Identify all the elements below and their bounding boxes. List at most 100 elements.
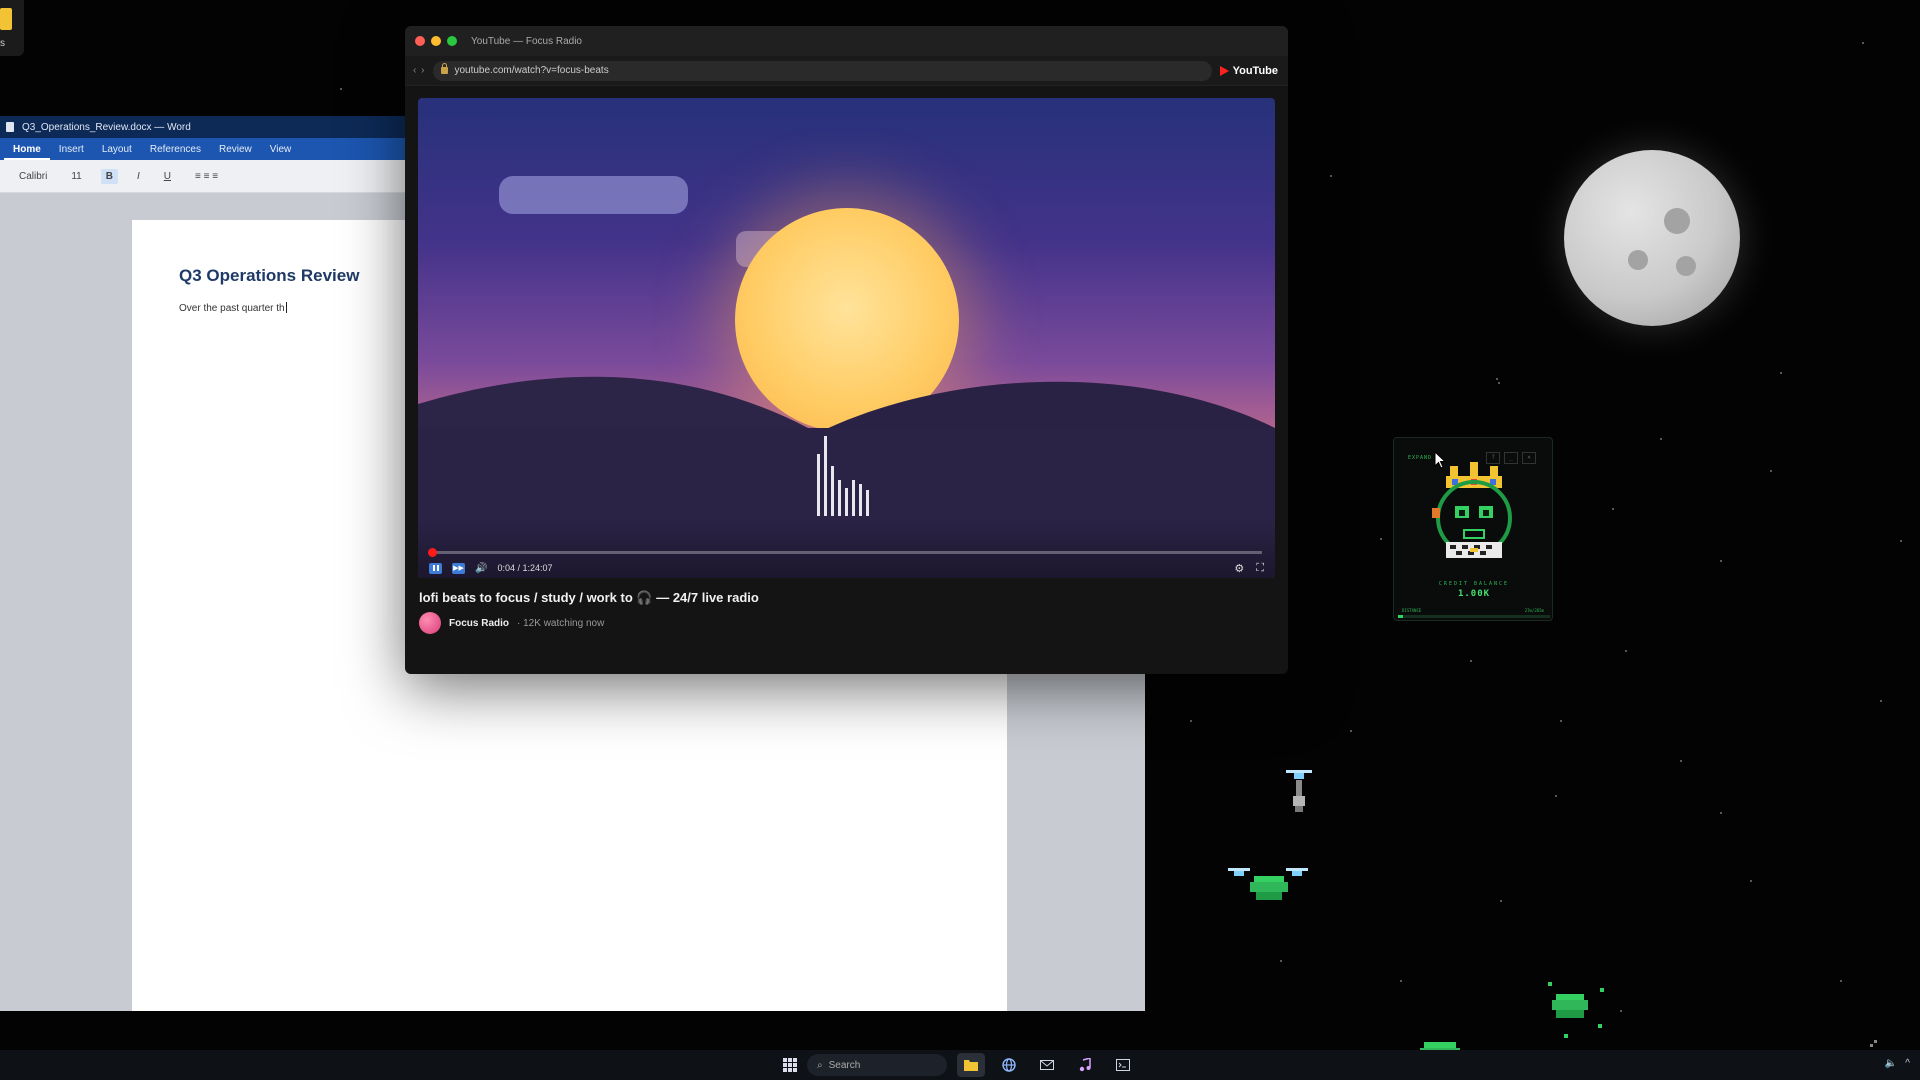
moon-crater bbox=[1664, 208, 1690, 234]
youtube-titlebar[interactable]: YouTube — Focus Radio bbox=[405, 26, 1288, 56]
star bbox=[1400, 980, 1402, 982]
system-tray: 🔈 ^ bbox=[1885, 1058, 1910, 1069]
star bbox=[1770, 470, 1772, 472]
bold-button[interactable]: B bbox=[100, 168, 118, 184]
star bbox=[1880, 700, 1882, 702]
visualizer-bar bbox=[859, 484, 862, 516]
star bbox=[1190, 720, 1192, 722]
taskbar: ⌕ Search 🔈 ^ bbox=[0, 1050, 1920, 1080]
next-button[interactable]: ▶▶ bbox=[452, 562, 465, 574]
visualizer-bar bbox=[838, 480, 841, 516]
desktop-folder-icon[interactable]: s bbox=[0, 0, 24, 56]
star bbox=[1612, 508, 1614, 510]
desktop: s Q3_Operations_Review.docx — Word Home … bbox=[0, 0, 1920, 1050]
star bbox=[1720, 560, 1722, 562]
green-blob-sprite-icon bbox=[1420, 1042, 1460, 1050]
distance-value: 27m/265m bbox=[1524, 608, 1544, 613]
underline-button[interactable]: U bbox=[159, 169, 176, 184]
moon-illustration bbox=[1564, 150, 1740, 326]
visualizer-bar bbox=[866, 490, 869, 516]
browser-address-row: ‹ › youtube.com/watch?v=focus-beats YouT… bbox=[405, 56, 1288, 86]
star bbox=[1500, 900, 1502, 902]
youtube-brand-text: YouTube bbox=[1232, 64, 1278, 77]
tab-insert[interactable]: Insert bbox=[50, 144, 93, 160]
document-icon bbox=[6, 122, 14, 132]
video-player[interactable]: ▶▶ 🔊 0:04 / 1:24:07 ⚙ ⛶ bbox=[418, 98, 1275, 578]
star bbox=[1560, 720, 1562, 722]
audio-visualizer bbox=[817, 436, 869, 516]
visualizer-bar bbox=[824, 436, 827, 516]
channel-avatar[interactable] bbox=[419, 612, 441, 634]
star bbox=[1680, 760, 1682, 762]
document-heading: Q3 Operations Review bbox=[179, 266, 360, 285]
folder-icon bbox=[0, 8, 12, 30]
terminal-icon[interactable] bbox=[1109, 1053, 1137, 1077]
drone-sprite-icon bbox=[1286, 770, 1312, 812]
close-game-button[interactable]: × bbox=[1522, 452, 1536, 464]
volume-tray-icon[interactable]: 🔈 bbox=[1885, 1058, 1897, 1069]
moon-crater bbox=[1628, 250, 1648, 270]
settings-gear-icon[interactable]: ⚙ bbox=[1234, 562, 1244, 575]
tab-home[interactable]: Home bbox=[4, 144, 50, 160]
maximize-window-button[interactable] bbox=[447, 36, 457, 46]
visualizer-bar bbox=[831, 466, 834, 516]
star bbox=[340, 88, 342, 90]
green-creature-sprite-icon bbox=[1548, 982, 1604, 1038]
viewer-count: · 12K watching now bbox=[517, 617, 605, 629]
progress-bar[interactable] bbox=[427, 548, 1262, 557]
fullscreen-icon[interactable]: ⛶ bbox=[1256, 562, 1264, 575]
star bbox=[1350, 730, 1352, 732]
visualizer-bar bbox=[852, 480, 855, 516]
pause-button[interactable] bbox=[429, 562, 442, 574]
start-menu-icon[interactable] bbox=[783, 1058, 797, 1072]
drone-pair-sprite-icon bbox=[1228, 868, 1308, 900]
close-window-button[interactable] bbox=[415, 36, 425, 46]
star bbox=[1862, 42, 1864, 44]
star bbox=[1720, 812, 1722, 814]
tab-view[interactable]: View bbox=[261, 144, 301, 160]
chevron-up-icon[interactable]: ^ bbox=[1905, 1058, 1910, 1069]
moon-crater bbox=[1676, 256, 1696, 276]
minimize-window-button[interactable] bbox=[431, 36, 441, 46]
tab-references[interactable]: References bbox=[141, 144, 210, 160]
document-body-text[interactable]: Over the past quarter th bbox=[179, 302, 287, 314]
mail-icon[interactable] bbox=[1033, 1053, 1061, 1077]
music-icon[interactable] bbox=[1071, 1053, 1099, 1077]
progress-knob[interactable] bbox=[427, 548, 437, 557]
volume-icon[interactable]: 🔊 bbox=[475, 563, 487, 574]
star bbox=[1900, 540, 1902, 542]
tab-layout[interactable]: Layout bbox=[93, 144, 141, 160]
italic-button[interactable]: I bbox=[132, 169, 145, 184]
video-title[interactable]: lofi beats to focus / study / work to 🎧 … bbox=[419, 590, 759, 606]
star bbox=[1555, 795, 1557, 797]
browser-icon[interactable] bbox=[995, 1053, 1023, 1077]
expand-label[interactable]: EXPAND bbox=[1408, 455, 1432, 461]
font-size-select[interactable]: 11 bbox=[66, 169, 86, 184]
time-display: 0:04 / 1:24:07 bbox=[497, 563, 553, 573]
youtube-logo[interactable]: YouTube bbox=[1219, 64, 1278, 77]
font-family-select[interactable]: Calibri bbox=[14, 169, 52, 184]
small-robot-sprite-icon bbox=[1870, 1040, 1877, 1047]
distance-label: DISTANCE bbox=[1402, 608, 1422, 613]
lock-icon bbox=[441, 63, 449, 74]
youtube-window[interactable]: YouTube — Focus Radio ‹ › youtube.com/wa… bbox=[405, 26, 1288, 674]
tab-review[interactable]: Review bbox=[210, 144, 261, 160]
desktop-icon-label: s bbox=[0, 38, 5, 49]
align-buttons[interactable]: ≡ ≡ ≡ bbox=[190, 169, 223, 184]
back-forward-arrows[interactable]: ‹ › bbox=[413, 65, 425, 76]
star bbox=[1660, 438, 1662, 440]
star bbox=[1280, 960, 1282, 962]
file-explorer-icon[interactable] bbox=[957, 1053, 985, 1077]
robot-king-sprite bbox=[1432, 462, 1512, 558]
channel-name[interactable]: Focus Radio bbox=[449, 618, 509, 629]
youtube-play-icon bbox=[1219, 65, 1229, 76]
game-widget[interactable]: EXPAND ? _ × CREDIT BALANCE 1.00K DISTAN… bbox=[1393, 437, 1553, 621]
channel-row: Focus Radio · 12K watching now bbox=[419, 612, 604, 634]
distance-progress-fill bbox=[1398, 615, 1403, 618]
visualizer-bar bbox=[817, 454, 820, 516]
star bbox=[1750, 880, 1752, 882]
star bbox=[1470, 660, 1472, 662]
star bbox=[1380, 538, 1382, 540]
url-bar[interactable]: youtube.com/watch?v=focus-beats bbox=[433, 60, 1212, 81]
taskbar-search[interactable]: ⌕ Search bbox=[807, 1054, 947, 1076]
